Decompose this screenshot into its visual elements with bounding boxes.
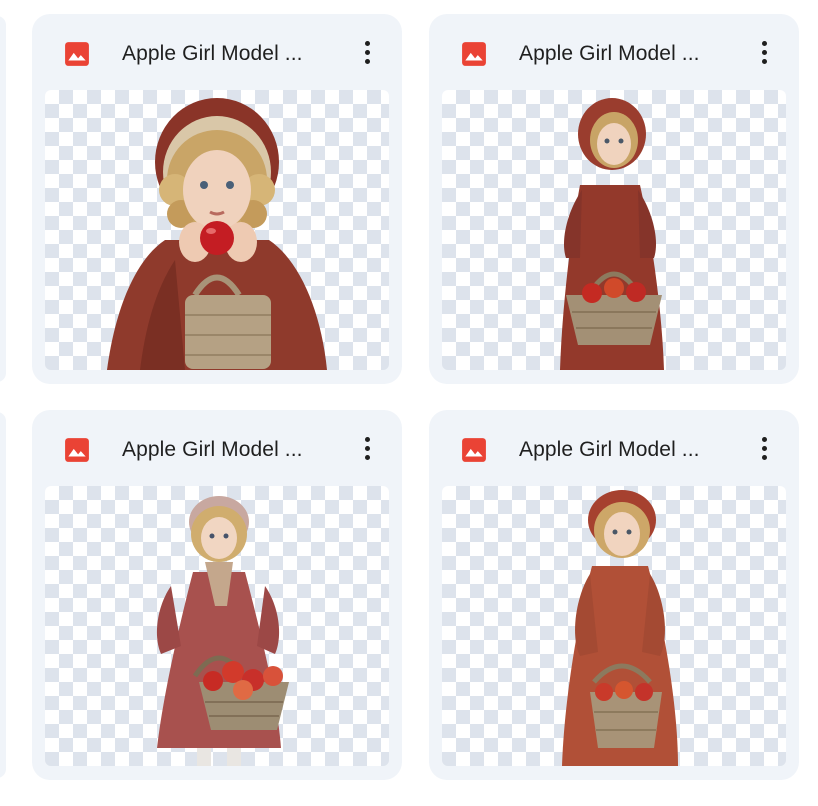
file-card-header: Apple Girl Model ...: [429, 410, 799, 486]
file-title[interactable]: Apple Girl Model ...: [519, 436, 700, 464]
image-file-icon: [462, 438, 486, 462]
file-card-header: Apple Girl Model ...: [429, 14, 799, 90]
file-card[interactable]: Apple Girl Model ...: [32, 410, 402, 780]
more-vert-icon[interactable]: [751, 36, 777, 70]
more-vert-icon[interactable]: [751, 432, 777, 466]
partial-card-left-edge: [0, 16, 6, 382]
file-title[interactable]: Apple Girl Model ...: [122, 436, 303, 464]
file-card[interactable]: Apple Girl Model ...: [429, 14, 799, 384]
file-card-header: Apple Girl Model ...: [32, 14, 402, 90]
girl-with-apple-image: [107, 98, 327, 370]
image-file-icon: [462, 42, 486, 66]
girl-holding-basket-image: [562, 490, 678, 766]
more-vert-icon[interactable]: [354, 432, 380, 466]
image-thumbnail[interactable]: [45, 90, 389, 370]
file-card-header: Apple Girl Model ...: [32, 410, 402, 486]
partial-card-left-edge: [0, 412, 6, 778]
file-title[interactable]: Apple Girl Model ...: [519, 40, 700, 68]
more-vert-icon[interactable]: [354, 36, 380, 70]
file-title[interactable]: Apple Girl Model ...: [122, 40, 303, 68]
image-thumbnail[interactable]: [442, 90, 786, 370]
file-card[interactable]: Apple Girl Model ...: [429, 410, 799, 780]
image-file-icon: [65, 42, 89, 66]
girl-with-basket-image: [560, 98, 664, 370]
image-file-icon: [65, 438, 89, 462]
file-card[interactable]: Apple Girl Model ...: [32, 14, 402, 384]
file-grid: Apple Girl Model ... Apple Girl Model ..…: [0, 0, 818, 806]
image-thumbnail[interactable]: [45, 486, 389, 766]
image-thumbnail[interactable]: [442, 486, 786, 766]
girl-in-bonnet-image: [156, 496, 289, 766]
